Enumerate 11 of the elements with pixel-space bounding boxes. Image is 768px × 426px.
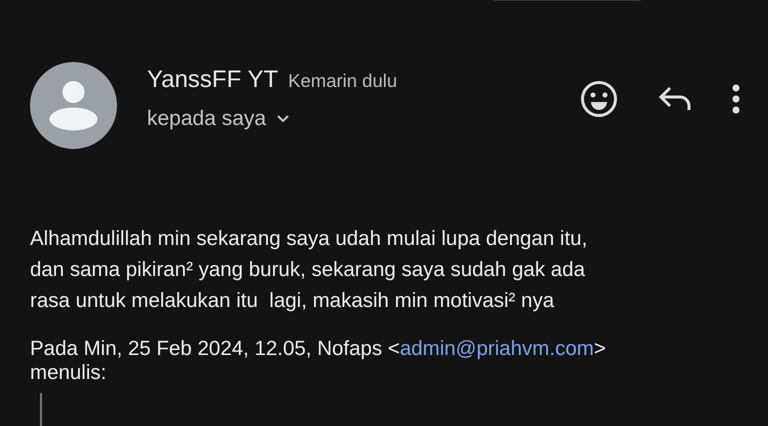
message-text: Alhamdulillah min sekarang saya udah mulai lupa dengan itu, dan sama pikiran² yang buruk, sekarang saya sudah gak ada rasa untuk melakukan itu lagi, makasih min motivasi² nya [30,226,588,314]
more-icon[interactable] [732,84,740,114]
emoji-icon[interactable] [580,80,618,118]
reply-icon[interactable] [658,86,692,112]
email-link[interactable]: admin@priahvm.com [400,337,594,360]
quote-attribution: Pada Min, 25 Feb 2024, 12.05, Nofaps <admin@priahvm.com> menulis: [30,337,607,385]
sent-time: Kemarin dulu [288,70,398,92]
chevron-icon [276,114,290,124]
avatar-icon [30,62,117,149]
recipient-dropdown[interactable]: kepada saya [147,107,290,131]
sender-name: YanssFF YT [147,66,278,94]
